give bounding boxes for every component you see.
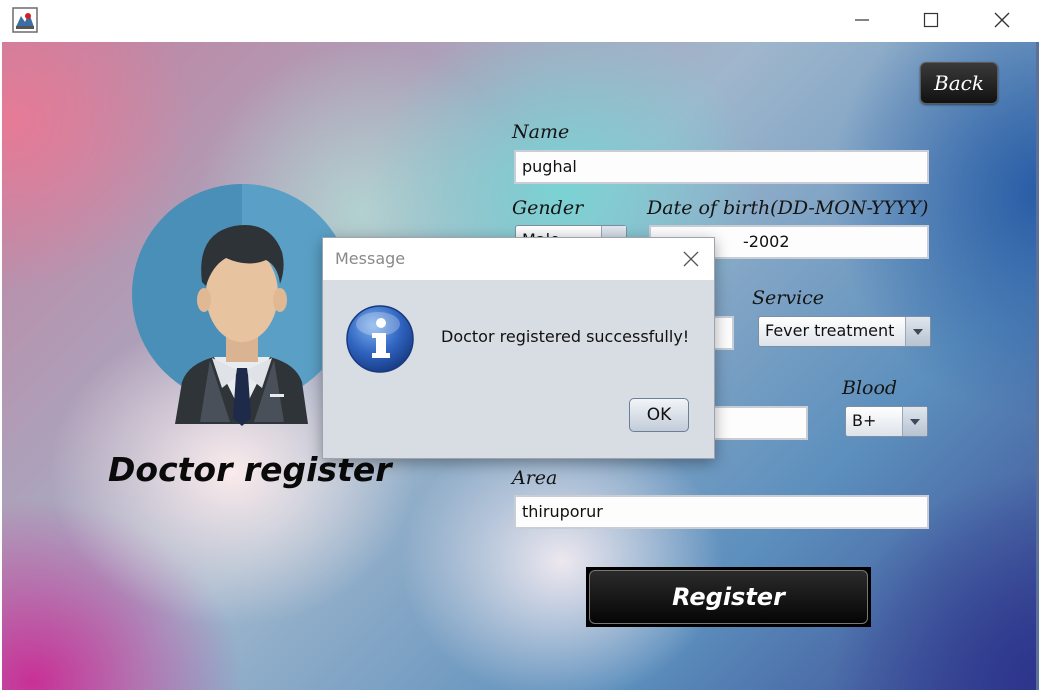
dialog-title: Message: [335, 249, 406, 268]
dialog-titlebar: Message: [323, 238, 714, 280]
area-input[interactable]: thiruporur: [514, 495, 929, 529]
gender-label: Gender: [512, 197, 584, 219]
area-label: Area: [512, 467, 558, 489]
name-label: Name: [512, 121, 570, 143]
minimize-button[interactable]: [840, 6, 884, 34]
dob-label: Date of birth(DD-MON-YYYY): [647, 197, 929, 219]
back-button[interactable]: Back: [920, 62, 998, 104]
service-select[interactable]: Fever treatment: [758, 316, 931, 347]
maximize-button[interactable]: [909, 6, 953, 34]
partially-hidden-input[interactable]: [702, 406, 808, 440]
register-button-label: Register: [589, 570, 868, 624]
message-dialog: Message Doctor registered successfully! …: [322, 237, 715, 459]
chevron-down-icon: [902, 407, 927, 436]
service-select-value: Fever treatment: [765, 321, 895, 340]
service-label: Service: [752, 287, 825, 309]
window-titlebar: [0, 0, 1039, 42]
chevron-down-icon: [905, 317, 930, 346]
java-app-icon: [12, 7, 38, 33]
blood-group-select[interactable]: B+: [845, 406, 928, 437]
dialog-message: Doctor registered successfully!: [441, 327, 690, 346]
dialog-close-icon[interactable]: [680, 248, 702, 270]
blood-group-value: B+: [852, 411, 877, 430]
name-input[interactable]: pughal: [514, 150, 929, 184]
register-button[interactable]: Register: [586, 567, 871, 627]
blood-label: Blood: [842, 377, 898, 399]
close-button[interactable]: [980, 6, 1024, 34]
info-icon: [345, 304, 415, 374]
ok-button[interactable]: OK: [629, 398, 689, 432]
